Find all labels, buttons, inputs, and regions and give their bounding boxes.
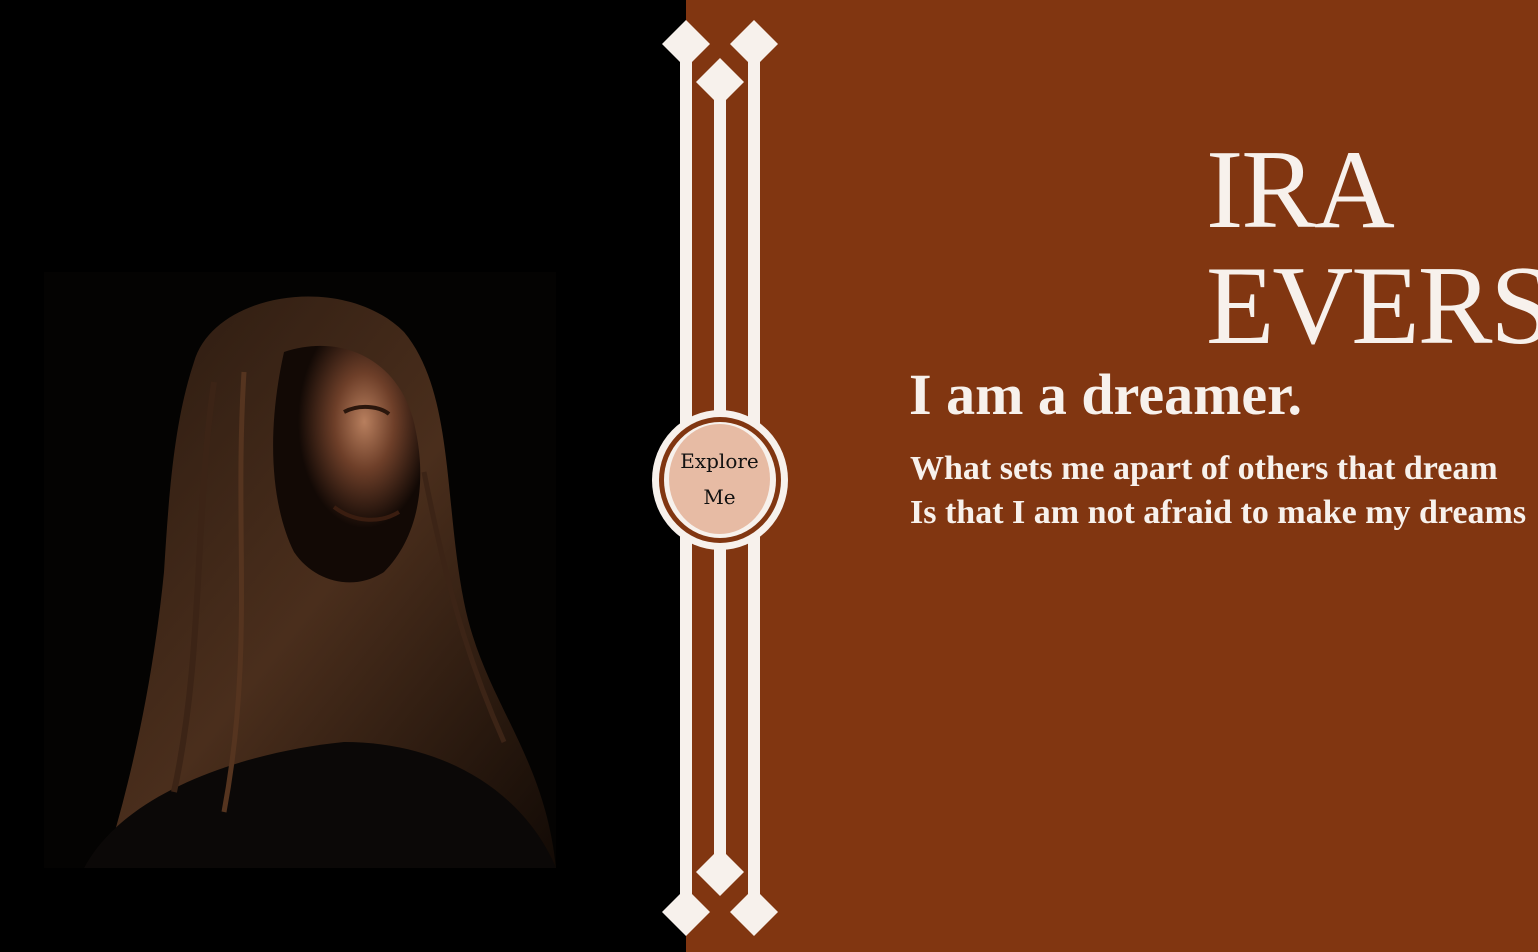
right-panel: IRA EVERS I am a dreamer. What sets me a… bbox=[686, 0, 1538, 952]
portrait-illustration bbox=[44, 272, 556, 868]
tagline: I am a dreamer. bbox=[909, 362, 1303, 427]
description-line-1: What sets me apart of others that dream bbox=[910, 450, 1498, 487]
left-panel bbox=[0, 0, 686, 952]
explore-button-label-line1: Explore bbox=[680, 449, 759, 473]
portrait-photo bbox=[44, 272, 556, 868]
explore-button-label-line2: Me bbox=[703, 485, 736, 509]
explore-me-button[interactable]: Explore Me bbox=[669, 424, 770, 534]
name-first: IRA bbox=[1206, 128, 1395, 252]
description-line-2: Is that I am not afraid to make my dream… bbox=[910, 494, 1527, 531]
name-last: EVERS bbox=[1206, 244, 1538, 368]
